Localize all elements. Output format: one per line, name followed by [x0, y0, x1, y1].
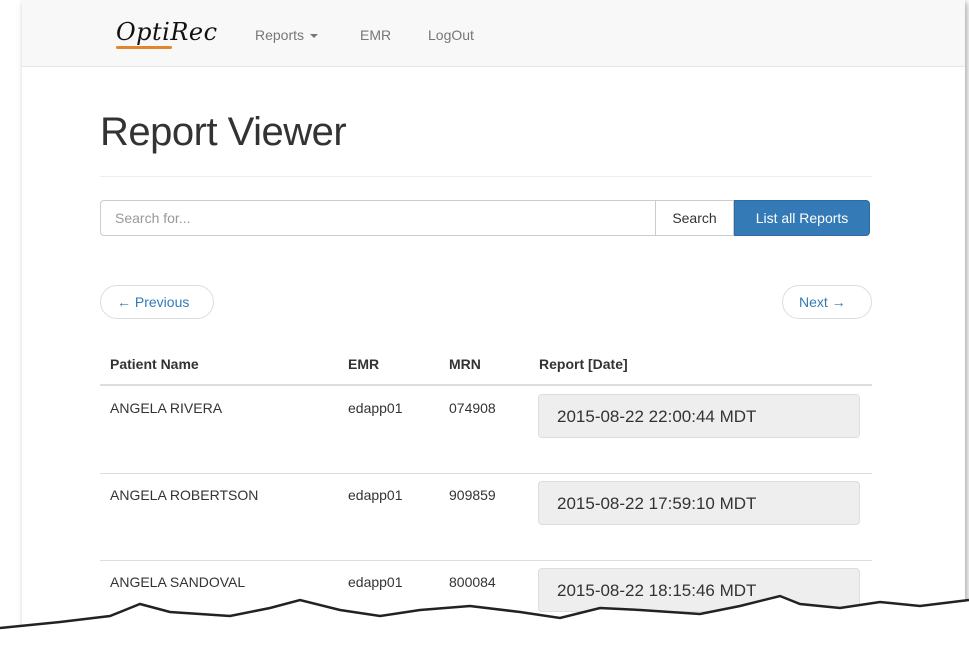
- column-header-patient-name: Patient Name: [110, 356, 199, 372]
- emr-cell: edapp01: [348, 400, 403, 416]
- search-input[interactable]: [100, 200, 656, 236]
- top-navbar: OptiRec Reports EMR LogOut: [22, 0, 965, 67]
- next-page-button[interactable]: Next →: [782, 285, 872, 319]
- mrn-cell: 074908: [449, 400, 496, 416]
- caret-down-icon: [310, 34, 319, 39]
- table-row: ANGELA RIVERA edapp01 074908 2015-08-22 …: [100, 386, 872, 474]
- page-title: Report Viewer: [100, 110, 347, 154]
- report-date-button[interactable]: 2015-08-22 22:00:44 MDT: [538, 394, 860, 438]
- torn-paper-edge: [0, 594, 969, 646]
- table-row: ANGELA ROBERTSON edapp01 909859 2015-08-…: [100, 473, 872, 561]
- column-header-report-date: Report [Date]: [539, 356, 628, 372]
- row-divider: [100, 473, 872, 474]
- nav-emr[interactable]: EMR: [360, 27, 391, 43]
- patient-name-cell: ANGELA RIVERA: [110, 400, 223, 416]
- mrn-cell: 909859: [449, 487, 496, 503]
- column-header-emr: EMR: [348, 356, 380, 372]
- nav-reports-dropdown[interactable]: Reports: [255, 27, 319, 43]
- nav-reports-label: Reports: [255, 27, 305, 43]
- row-divider: [100, 560, 872, 561]
- list-all-reports-button[interactable]: List all Reports: [734, 200, 870, 236]
- app-window: OptiRec Reports EMR LogOut Report Viewer…: [22, 0, 965, 640]
- nav-logout[interactable]: LogOut: [428, 27, 474, 43]
- search-button[interactable]: Search: [656, 200, 734, 236]
- brand-logo-underline: [116, 46, 172, 49]
- patient-name-cell: ANGELA ROBERTSON: [110, 487, 259, 503]
- search-group: Search List all Reports: [100, 200, 870, 238]
- previous-page-button[interactable]: ← Previous: [100, 285, 214, 319]
- brand-logo[interactable]: OptiRec: [116, 18, 218, 46]
- report-date-button[interactable]: 2015-08-22 17:59:10 MDT: [538, 481, 860, 525]
- title-divider: [100, 176, 872, 177]
- column-header-mrn: MRN: [449, 356, 481, 372]
- emr-cell: edapp01: [348, 487, 403, 503]
